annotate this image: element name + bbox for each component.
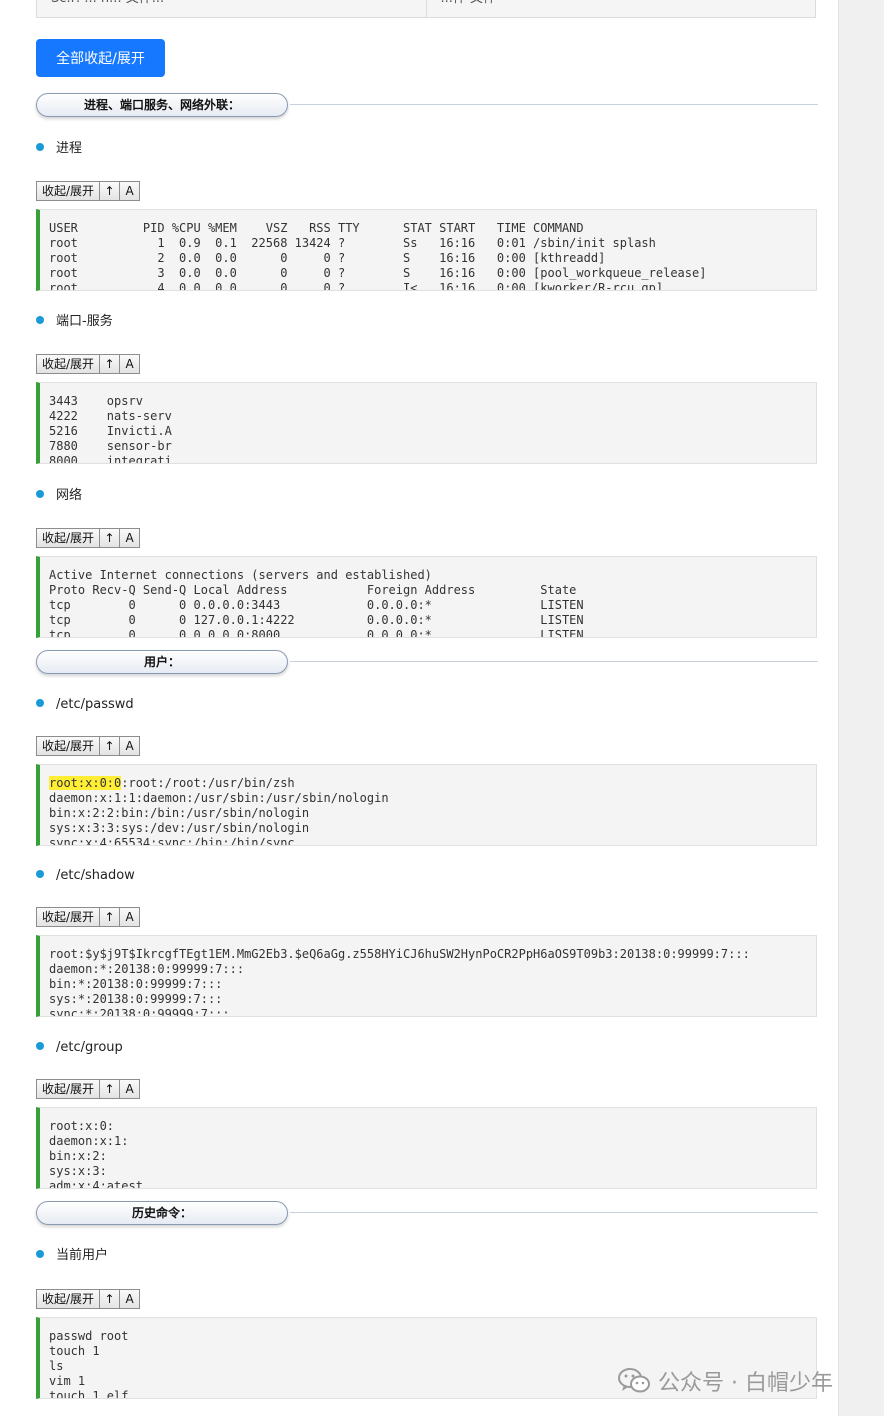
code-text: 3443 opsrv 4222 nats-serv 5216 Invicti.A… bbox=[49, 394, 172, 464]
section-title: 进程、端口服务、网络外联： bbox=[36, 93, 288, 117]
group-output[interactable]: root:x:0: daemon:x:1: bin:x:2: sys:x:3: … bbox=[36, 1107, 817, 1189]
font-toggle-button[interactable]: A bbox=[120, 354, 141, 374]
page-scroll-gutter bbox=[838, 0, 884, 1416]
watermark-text: 公众号 · 白帽少年 bbox=[658, 1371, 833, 1396]
passwd-output[interactable]: root:x:0:0:root:/root:/usr/bin/zsh daemo… bbox=[36, 764, 817, 846]
code-text: USER PID %CPU %MEM VSZ RSS TTY STAT STAR… bbox=[49, 221, 707, 291]
section-header-history: 历史命令： bbox=[36, 1201, 818, 1227]
ports-output[interactable]: 3443 opsrv 4222 nats-serv 5216 Invicti.A… bbox=[36, 382, 817, 464]
group-toolbar: 收起/展开 ↑ A bbox=[36, 1079, 141, 1099]
shadow-toolbar: 收起/展开 ↑ A bbox=[36, 907, 141, 927]
bullet-icon bbox=[36, 490, 44, 498]
collapse-expand-button[interactable]: 收起/展开 bbox=[36, 354, 101, 374]
bullet-icon bbox=[36, 143, 44, 151]
code-text: Active Internet connections (servers and… bbox=[49, 568, 584, 638]
bullet-icon bbox=[36, 316, 44, 324]
toggle-all-button[interactable]: 全部收起/展开 bbox=[36, 39, 165, 77]
section-title: 用户： bbox=[36, 650, 288, 674]
collapse-expand-button[interactable]: 收起/展开 bbox=[36, 528, 101, 548]
scroll-top-button[interactable]: ↑ bbox=[100, 354, 121, 374]
network-output[interactable]: Active Internet connections (servers and… bbox=[36, 556, 817, 638]
collapse-expand-button[interactable]: 收起/展开 bbox=[36, 736, 101, 756]
bullet-icon bbox=[36, 699, 44, 707]
scroll-top-button[interactable]: ↑ bbox=[100, 181, 121, 201]
subsection-title: 进程 bbox=[56, 141, 83, 156]
font-toggle-button[interactable]: A bbox=[120, 181, 141, 201]
wechat-icon bbox=[618, 1367, 650, 1395]
scroll-top-button[interactable]: ↑ bbox=[100, 1079, 121, 1099]
font-toggle-button[interactable]: A bbox=[120, 1079, 141, 1099]
scroll-top-button[interactable]: ↑ bbox=[100, 907, 121, 927]
watermark: 公众号 · 白帽少年 bbox=[618, 1366, 833, 1396]
summary-table-last-row: Sc:r: ... n... 文件... ...件 文件 bbox=[36, 0, 816, 18]
summary-cell-left: Sc:r: ... n... 文件... bbox=[37, 0, 426, 17]
network-toolbar: 收起/展开 ↑ A bbox=[36, 528, 141, 548]
summary-cell-right: ...件 文件 bbox=[425, 0, 816, 17]
section-header-users: 用户： bbox=[36, 650, 818, 676]
process-output[interactable]: USER PID %CPU %MEM VSZ RSS TTY STAT STAR… bbox=[36, 209, 817, 291]
subsection-title: /etc/passwd bbox=[56, 697, 134, 712]
font-toggle-button[interactable]: A bbox=[120, 528, 141, 548]
section-divider bbox=[290, 104, 818, 105]
section-divider bbox=[290, 661, 818, 662]
collapse-expand-button[interactable]: 收起/展开 bbox=[36, 181, 101, 201]
section-header-proc-net: 进程、端口服务、网络外联： bbox=[36, 93, 818, 119]
bullet-icon bbox=[36, 1042, 44, 1050]
font-toggle-button[interactable]: A bbox=[120, 1289, 141, 1309]
process-toolbar: 收起/展开 ↑ A bbox=[36, 181, 141, 201]
ports-toolbar: 收起/展开 ↑ A bbox=[36, 354, 141, 374]
bullet-icon bbox=[36, 870, 44, 878]
subsection-title: 网络 bbox=[56, 488, 83, 503]
font-toggle-button[interactable]: A bbox=[120, 736, 141, 756]
code-text: root:$y$j9T$IkrcgfTEgt1EM.MmG2Eb3.$eQ6aG… bbox=[49, 947, 750, 1017]
collapse-expand-button[interactable]: 收起/展开 bbox=[36, 1079, 101, 1099]
history-toolbar: 收起/展开 ↑ A bbox=[36, 1289, 141, 1309]
collapse-expand-button[interactable]: 收起/展开 bbox=[36, 907, 101, 927]
subsection-title: /etc/group bbox=[56, 1040, 123, 1055]
passwd-toolbar: 收起/展开 ↑ A bbox=[36, 736, 141, 756]
code-text: root:x:0:0:root:/root:/usr/bin/zsh daemo… bbox=[49, 776, 389, 846]
subsection-title: /etc/shadow bbox=[56, 868, 135, 883]
code-text: root:x:0: daemon:x:1: bin:x:2: sys:x:3: … bbox=[49, 1119, 143, 1189]
collapse-expand-button[interactable]: 收起/展开 bbox=[36, 1289, 101, 1309]
scroll-top-button[interactable]: ↑ bbox=[100, 528, 121, 548]
section-title: 历史命令： bbox=[36, 1201, 288, 1225]
section-divider bbox=[290, 1212, 818, 1213]
subsection-title: 端口-服务 bbox=[56, 314, 113, 329]
scroll-top-button[interactable]: ↑ bbox=[100, 736, 121, 756]
scroll-top-button[interactable]: ↑ bbox=[100, 1289, 121, 1309]
font-toggle-button[interactable]: A bbox=[120, 907, 141, 927]
shadow-output[interactable]: root:$y$j9T$IkrcgfTEgt1EM.MmG2Eb3.$eQ6aG… bbox=[36, 935, 817, 1017]
subsection-title: 当前用户 bbox=[56, 1248, 109, 1263]
bullet-icon bbox=[36, 1250, 44, 1258]
highlighted-root-entry: root:x:0:0 bbox=[49, 776, 122, 790]
